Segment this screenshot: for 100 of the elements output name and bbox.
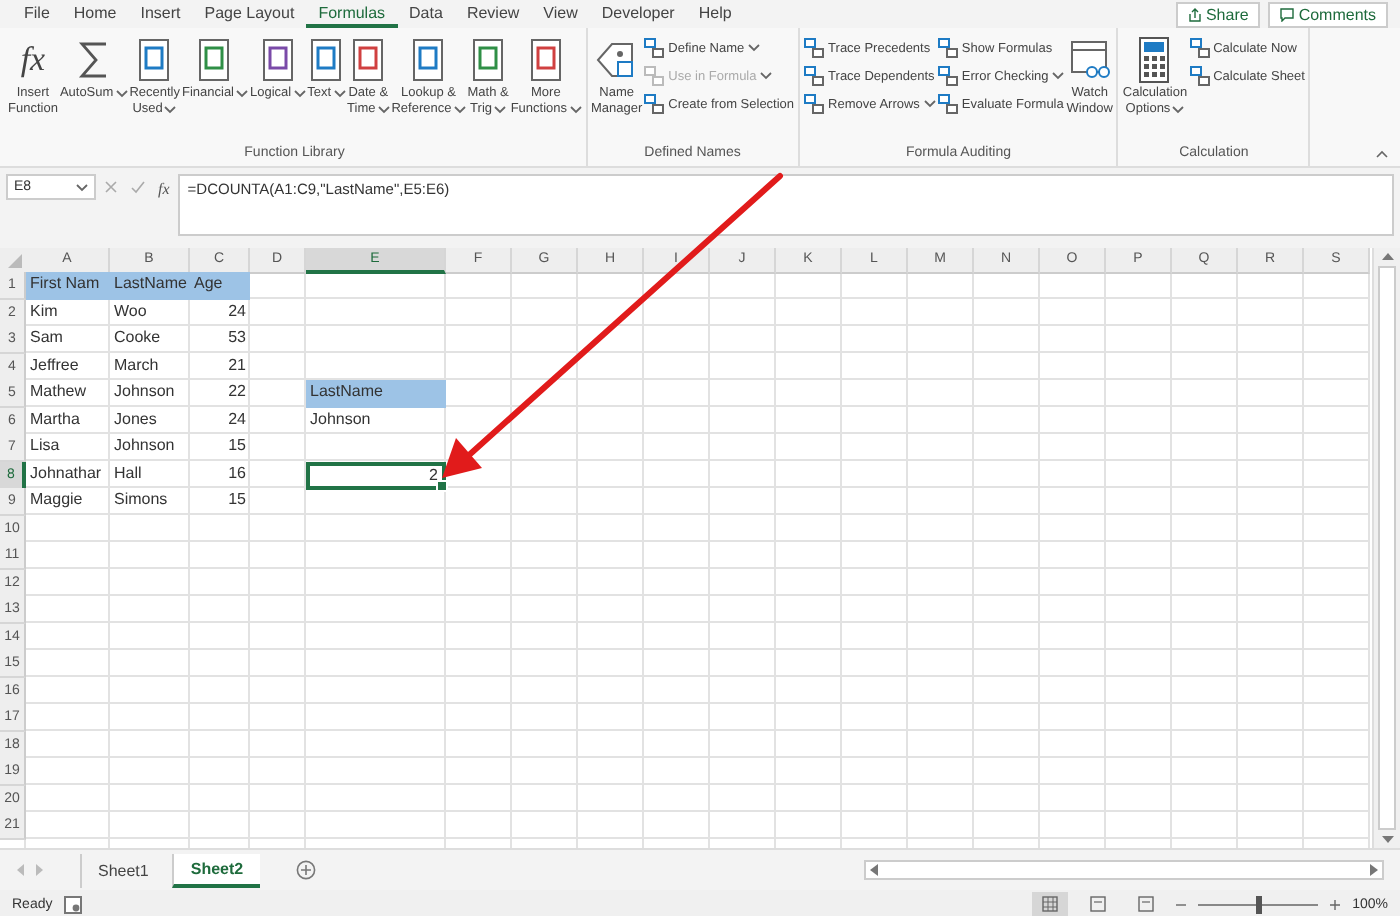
scroll-left-icon[interactable] (870, 864, 878, 876)
tool-icon (937, 38, 958, 58)
table-cell-text: 16 (226, 461, 248, 485)
caret-icon (164, 106, 177, 114)
caret-icon (1172, 106, 1185, 114)
caret-icon (1052, 72, 1065, 80)
tool-icon (937, 94, 958, 114)
window-icon (1067, 38, 1112, 82)
table-cell: LastName (110, 272, 190, 300)
book-icon (310, 38, 343, 82)
caret-icon (115, 90, 128, 98)
table-cell-text: Mathew (28, 380, 89, 404)
comment-icon (1280, 7, 1295, 21)
insert-function-button[interactable]: fx (158, 180, 170, 198)
tool-icon (804, 94, 825, 114)
view-button[interactable] (1032, 892, 1069, 916)
menu-tab[interactable]: Data (397, 0, 455, 28)
sheet-tab[interactable]: Sheet2 (172, 853, 260, 887)
comments-button[interactable]: Comments (1268, 1, 1388, 27)
caret-icon (923, 100, 936, 108)
table-cell-text: Johnson (112, 434, 177, 458)
table-cell-text: Johnathar (28, 461, 104, 485)
tool-icon (644, 38, 665, 58)
scroll-right-icon[interactable] (1370, 864, 1378, 876)
table-cell-text: Lisa (28, 434, 62, 458)
caret-icon (453, 106, 466, 114)
book-icon (412, 38, 445, 82)
table-cell-text: Sam (28, 326, 65, 350)
table-cell-text: March (112, 353, 161, 377)
table-cell-text: 53 (226, 326, 248, 350)
zoom-in-icon[interactable] (1330, 899, 1341, 909)
table-cell-text: Hall (112, 461, 144, 485)
table-cell-text: 15 (226, 434, 248, 458)
book-icon (529, 38, 562, 82)
menu-tab[interactable]: Help (686, 0, 744, 28)
book-icon (472, 38, 505, 82)
caret-icon (760, 72, 773, 80)
table-cell-text: 15 (226, 488, 248, 512)
share-button[interactable]: Share (1175, 1, 1261, 27)
sheet-tab[interactable]: Sheet1 (80, 853, 165, 887)
share-icon (1187, 7, 1202, 21)
scroll-down-icon[interactable] (1381, 836, 1393, 844)
table-cell-text: 24 (226, 407, 248, 431)
table-cell-text: Simons (112, 488, 170, 512)
add-sheet-icon[interactable] (295, 860, 316, 880)
book-icon (261, 38, 294, 82)
table-cell-text: Woo (112, 299, 149, 323)
caret-icon (293, 90, 306, 98)
tool-icon (804, 66, 825, 86)
scroll-up-icon[interactable] (1381, 252, 1393, 260)
book-icon (138, 38, 171, 82)
table-cell-text: Johnson (112, 380, 177, 404)
table-cell: Age (190, 272, 250, 300)
caret-icon (333, 90, 346, 98)
macro-record-icon[interactable] (64, 895, 83, 913)
caret-icon (236, 90, 248, 98)
grid-icon (1042, 896, 1059, 912)
table-cell-text: Jones (112, 407, 159, 431)
cancel-icon[interactable] (104, 180, 118, 194)
caret-icon (76, 183, 88, 191)
table-cell-text: 22 (226, 380, 248, 404)
horizontal-scrollbar[interactable] (864, 860, 1384, 880)
page-icon (1090, 896, 1107, 912)
zoom-out-icon[interactable] (1176, 899, 1187, 909)
table-cell-text: Maggie (28, 488, 85, 512)
table-cell-text: 24 (226, 299, 248, 323)
menu-tab[interactable]: Review (454, 0, 532, 28)
menu-tab[interactable]: View (531, 0, 590, 28)
table-cell-text: Jeffree (28, 353, 81, 377)
tool-icon (1189, 38, 1210, 58)
tool-icon (644, 94, 665, 114)
tag-icon (594, 38, 639, 82)
check-icon[interactable] (130, 180, 146, 194)
vertical-scrollbar[interactable] (1372, 248, 1400, 848)
table-cell-text: 21 (226, 353, 248, 377)
menu-tab[interactable]: File (12, 0, 62, 28)
tool-icon (937, 66, 958, 86)
table-cell-text: Kim (28, 299, 60, 323)
table-cell: 2 (306, 461, 446, 489)
caret-icon (569, 106, 582, 114)
calculator-icon (1138, 36, 1171, 84)
caret-icon (748, 44, 761, 52)
caret-icon (494, 106, 506, 114)
menu-tab[interactable]: Page Layout (192, 0, 307, 28)
tool-icon (644, 66, 665, 86)
tool-icon (804, 38, 825, 58)
table-cell: First Nam (26, 272, 110, 300)
caret-icon (377, 106, 390, 114)
sigma-icon (75, 38, 112, 82)
menu-tab[interactable]: Insert (128, 0, 193, 28)
table-cell: LastName (306, 380, 446, 408)
function-icon: fx (20, 40, 46, 80)
menu-tab[interactable]: Developer (589, 0, 687, 28)
menu-tab[interactable]: Home (61, 0, 129, 28)
table-cell-text: Cooke (112, 326, 163, 350)
table-cell-text: Johnson (308, 407, 373, 431)
book-icon (352, 38, 385, 82)
table-cell-text: Martha (28, 407, 82, 431)
page-break-icon (1138, 896, 1155, 912)
book-icon (198, 38, 231, 82)
